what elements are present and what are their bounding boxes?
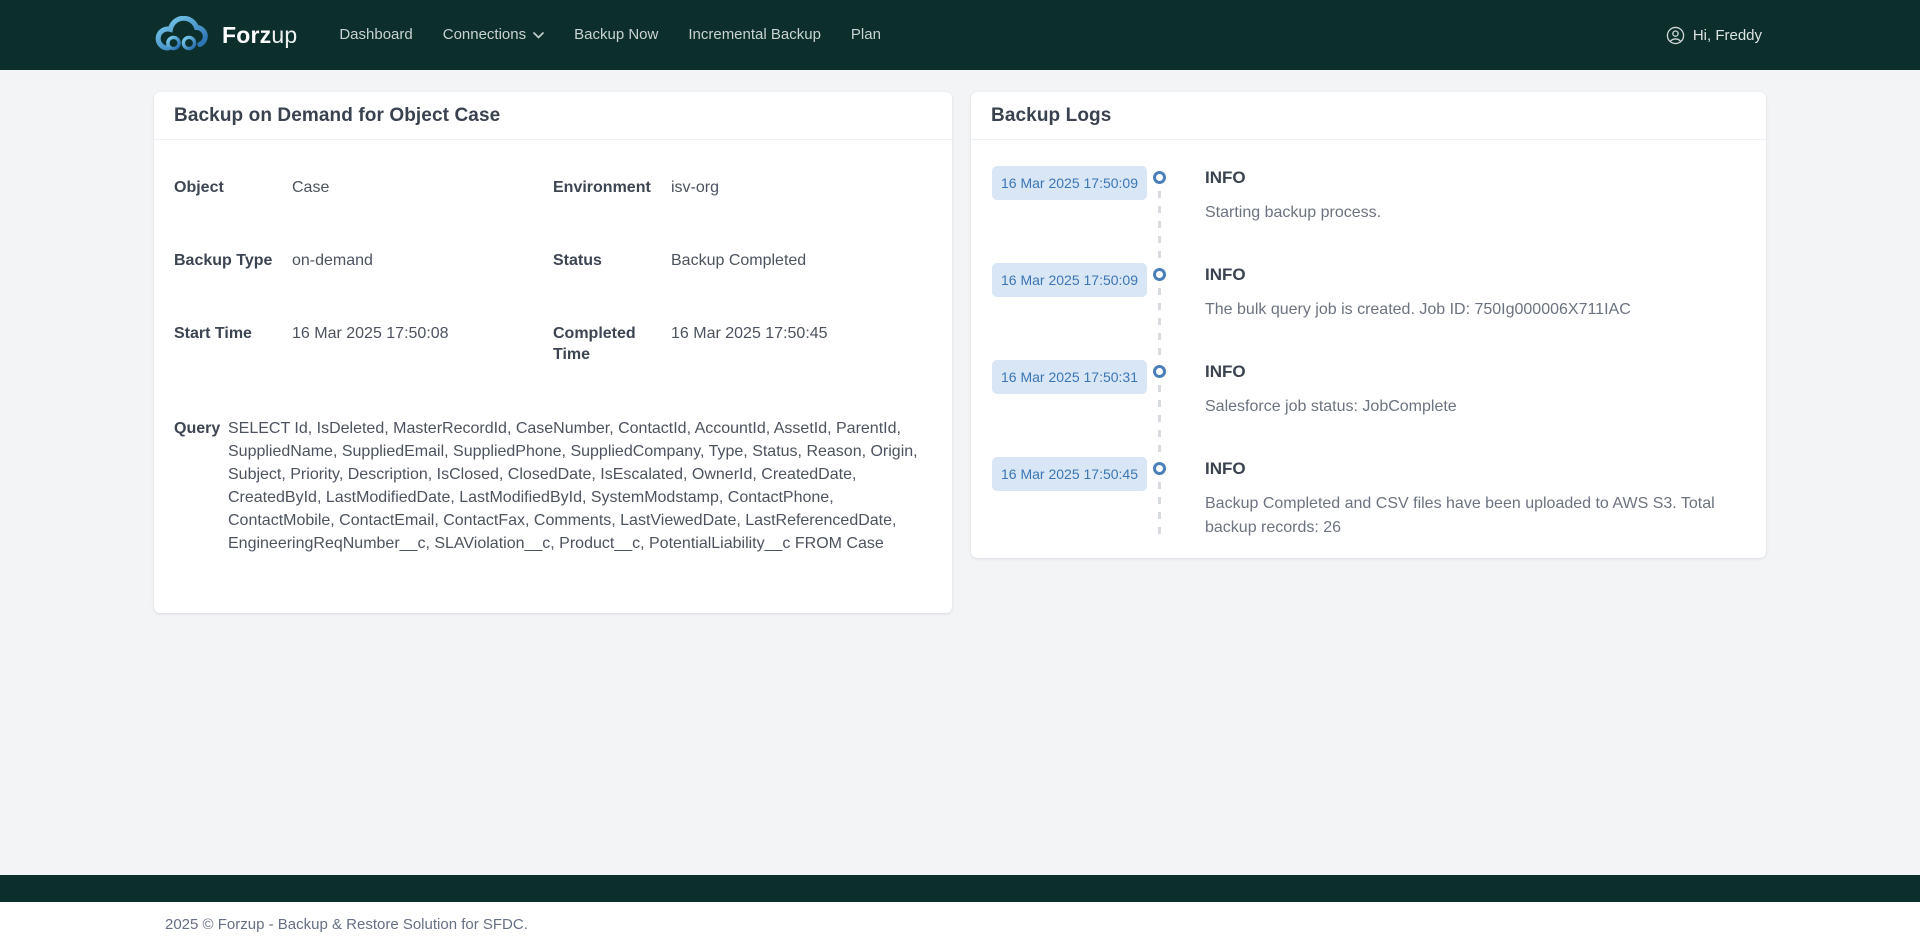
log-level: INFO — [1205, 362, 1746, 382]
log-message: Backup Completed and CSV files have been… — [1205, 492, 1746, 540]
field-label: Completed Time — [553, 323, 671, 365]
nav-item-incremental-backup[interactable]: Incremental Backup — [688, 0, 821, 70]
nav-item-backup-now[interactable]: Backup Now — [574, 0, 658, 70]
backup-detail-card: Backup on Demand for Object Case Object … — [154, 92, 952, 613]
field-environment: Environment isv-org — [553, 177, 932, 198]
nav-item-plan[interactable]: Plan — [851, 0, 881, 70]
field-backup-type: Backup Type on-demand — [174, 250, 553, 271]
timeline-track — [1138, 457, 1180, 540]
log-timestamp-badge: 16 Mar 2025 17:50:09 — [992, 263, 1147, 297]
timeline-connector — [1158, 288, 1161, 358]
log-entry: 16 Mar 2025 17:50:09 INFO Starting backu… — [992, 166, 1746, 263]
log-entry: 16 Mar 2025 17:50:31 INFO Salesforce job… — [992, 360, 1746, 457]
user-greeting: Hi, Freddy — [1693, 27, 1762, 44]
log-timestamp-badge: 16 Mar 2025 17:50:09 — [992, 166, 1147, 200]
user-avatar-icon — [1666, 26, 1685, 45]
backup-detail-card-title: Backup on Demand for Object Case — [154, 92, 952, 140]
timeline-track — [1138, 166, 1180, 263]
field-status: Status Backup Completed — [553, 250, 932, 271]
timeline-node-icon — [1153, 171, 1166, 184]
field-row: Backup Type on-demand Status Backup Comp… — [174, 250, 932, 271]
chevron-down-icon — [533, 32, 544, 39]
top-navbar: Forzup Dashboard Connections Backup Now … — [0, 0, 1920, 70]
field-value: Case — [292, 177, 329, 198]
field-label: Status — [553, 250, 671, 271]
brand-name: Forzup — [222, 22, 297, 49]
timeline-track — [1138, 360, 1180, 457]
timeline-node-icon — [1153, 365, 1166, 378]
timeline-track — [1138, 263, 1180, 360]
log-message: Salesforce job status: JobComplete — [1205, 395, 1746, 419]
backup-logs-card-title: Backup Logs — [971, 92, 1766, 140]
field-completed-time: Completed Time 16 Mar 2025 17:50:45 — [553, 323, 932, 365]
nav-links: Dashboard Connections Backup Now Increme… — [339, 0, 881, 70]
timeline-node-icon — [1153, 462, 1166, 475]
field-label: Backup Type — [174, 250, 292, 271]
field-row: Start Time 16 Mar 2025 17:50:08 Complete… — [174, 323, 932, 365]
forzup-logo[interactable]: Forzup — [155, 16, 297, 54]
nav-item-connections[interactable]: Connections — [443, 0, 544, 70]
timeline-connector — [1158, 482, 1161, 534]
nav-item-dashboard[interactable]: Dashboard — [339, 0, 412, 70]
page-footer: 2025 © Forzup - Backup & Restore Solutio… — [0, 902, 1920, 947]
field-label: Object — [174, 177, 292, 198]
backup-logs-body: 16 Mar 2025 17:50:09 INFO Starting backu… — [971, 140, 1766, 558]
field-row: Object Case Environment isv-org — [174, 177, 932, 198]
user-menu[interactable]: Hi, Freddy — [1666, 26, 1762, 45]
log-timestamp-badge: 16 Mar 2025 17:50:45 — [992, 457, 1147, 491]
field-start-time: Start Time 16 Mar 2025 17:50:08 — [174, 323, 553, 365]
timeline-connector — [1158, 385, 1161, 455]
log-level: INFO — [1205, 459, 1746, 479]
log-level: INFO — [1205, 265, 1746, 285]
log-message: The bulk query job is created. Job ID: 7… — [1205, 298, 1746, 322]
field-label: Query — [174, 417, 228, 555]
timeline-node-icon — [1153, 268, 1166, 281]
field-value: 16 Mar 2025 17:50:45 — [671, 323, 828, 344]
footer-accent-band — [0, 875, 1920, 902]
timeline-connector — [1158, 191, 1161, 261]
field-value: 16 Mar 2025 17:50:08 — [292, 323, 449, 344]
query-value: SELECT Id, IsDeleted, MasterRecordId, Ca… — [228, 417, 920, 555]
cloud-logo-icon — [155, 16, 213, 54]
field-label: Start Time — [174, 323, 292, 344]
field-value: on-demand — [292, 250, 373, 271]
log-entry: 16 Mar 2025 17:50:45 INFO Backup Complet… — [992, 457, 1746, 540]
backup-detail-body: Object Case Environment isv-org Backup T… — [154, 140, 952, 613]
log-timestamp-badge: 16 Mar 2025 17:50:31 — [992, 360, 1147, 394]
log-message: Starting backup process. — [1205, 201, 1746, 225]
field-value: Backup Completed — [671, 250, 806, 271]
copyright-text: 2025 © Forzup - Backup & Restore Solutio… — [165, 916, 528, 933]
field-object: Object Case — [174, 177, 553, 198]
field-label: Environment — [553, 177, 671, 198]
main-content: Backup on Demand for Object Case Object … — [0, 70, 1920, 613]
log-level: INFO — [1205, 168, 1746, 188]
log-entry: 16 Mar 2025 17:50:09 INFO The bulk query… — [992, 263, 1746, 360]
field-query: Query SELECT Id, IsDeleted, MasterRecord… — [174, 417, 932, 555]
backup-logs-card: Backup Logs 16 Mar 2025 17:50:09 INFO St… — [971, 92, 1766, 558]
field-value: isv-org — [671, 177, 719, 198]
